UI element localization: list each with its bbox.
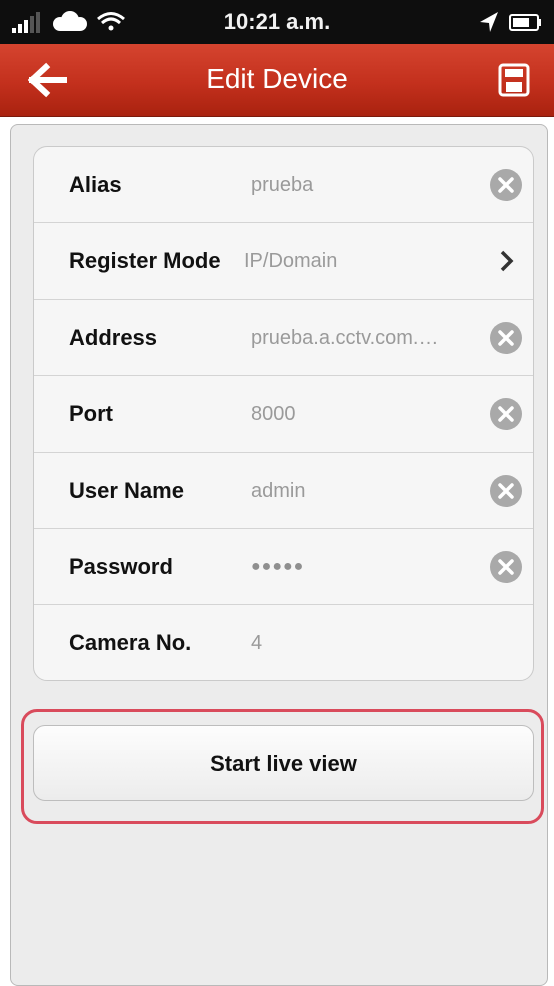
clear-icon[interactable] bbox=[490, 321, 522, 354]
alias-label: Alias bbox=[69, 172, 122, 197]
password-field[interactable]: ●●●●● bbox=[251, 529, 304, 605]
port-label: Port bbox=[69, 401, 113, 427]
battery-icon bbox=[509, 14, 541, 31]
location-icon bbox=[480, 12, 498, 32]
register-mode-label: Register Mode bbox=[69, 248, 221, 274]
port-field[interactable]: 8000 bbox=[251, 376, 296, 452]
form-row-address[interactable]: Address prueba.a.cctv.com.… bbox=[34, 300, 533, 377]
alias-field[interactable]: prueba bbox=[251, 147, 313, 223]
camera-no-field[interactable]: 4 bbox=[251, 605, 262, 680]
user-name-field[interactable]: admin bbox=[251, 453, 305, 529]
clear-icon[interactable] bbox=[490, 474, 522, 507]
nav-bar: Edit Device bbox=[0, 44, 554, 117]
camera-no-label: Camera No. bbox=[69, 630, 192, 656]
status-bar: 10:21 a.m. bbox=[0, 0, 554, 44]
address-field[interactable]: prueba.a.cctv.com.… bbox=[251, 300, 438, 376]
status-time: 10:21 a.m. bbox=[223, 9, 331, 34]
form-row-register-mode[interactable]: Register Mode IP/Domain bbox=[34, 223, 533, 300]
form-row-user-name[interactable]: User Name admin bbox=[34, 453, 533, 529]
device-form: Alias prueba Register Mode IP/Domain Add… bbox=[33, 146, 534, 681]
password-label: Password bbox=[69, 553, 173, 579]
user-name-label: User Name bbox=[69, 477, 184, 503]
form-row-camera-no[interactable]: Camera No. 4 bbox=[34, 605, 533, 680]
clear-icon[interactable] bbox=[490, 169, 522, 201]
register-mode-value: IP/Domain bbox=[244, 250, 338, 273]
clear-icon[interactable] bbox=[490, 398, 522, 431]
save-button[interactable] bbox=[496, 62, 532, 98]
status-right-icons bbox=[476, 8, 546, 36]
save-icon bbox=[498, 63, 530, 97]
address-label: Address bbox=[69, 324, 158, 350]
clear-icon[interactable] bbox=[490, 550, 522, 583]
form-row-password[interactable]: Password ●●●●● bbox=[34, 529, 533, 606]
form-row-port[interactable]: Port 8000 bbox=[34, 376, 533, 453]
page-title: Edit Device bbox=[206, 63, 348, 94]
form-row-alias[interactable]: Alias prueba bbox=[34, 147, 533, 224]
chevron-right-icon bbox=[499, 249, 515, 273]
start-live-view-button[interactable]: Start live view bbox=[33, 725, 534, 801]
